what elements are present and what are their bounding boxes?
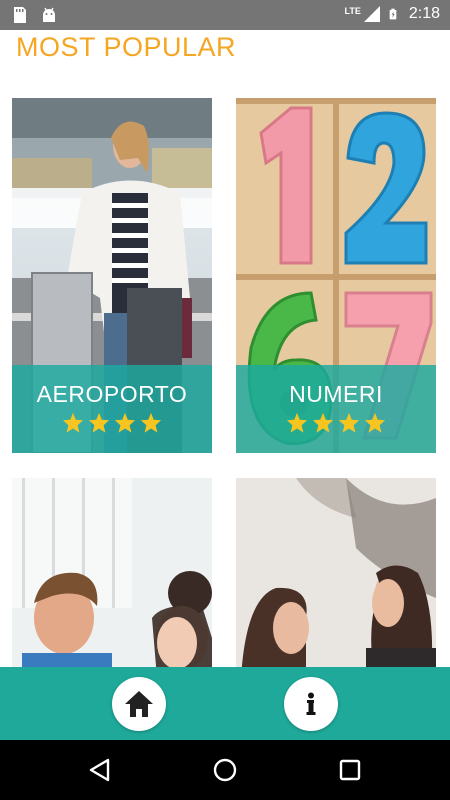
star-icon: [286, 412, 308, 433]
system-navigation-bar: [0, 740, 450, 800]
status-bar: LTE 2:18: [0, 0, 450, 30]
page-title: MOST POPULAR: [16, 32, 237, 62]
card-title: AEROPORTO: [36, 381, 188, 407]
bottom-toolbar: [0, 667, 450, 740]
women-photo: [236, 478, 436, 678]
star-icon: [364, 412, 386, 433]
star-icon: [338, 412, 360, 433]
recents-icon[interactable]: [336, 756, 364, 784]
home-button[interactable]: [112, 677, 166, 731]
card-caption: NUMERI: [236, 365, 436, 453]
star-icon: [62, 412, 84, 433]
back-icon[interactable]: [86, 756, 114, 784]
star-icon: [312, 412, 334, 433]
home-circle-icon[interactable]: [211, 756, 239, 784]
star-icon: [114, 412, 136, 433]
people-photo: [12, 478, 212, 678]
network-type: LTE: [344, 6, 361, 16]
sd-card-icon: [14, 7, 26, 23]
category-card-numeri[interactable]: NUMERI: [236, 98, 436, 453]
card-title: NUMERI: [289, 381, 383, 407]
rating-stars: [236, 412, 436, 434]
star-icon: [140, 412, 162, 433]
battery-charging-icon: [389, 8, 397, 20]
clock: 2:18: [408, 5, 440, 22]
card-caption: AEROPORTO: [12, 365, 212, 453]
signal-icon: [363, 6, 380, 22]
category-card-friends[interactable]: [236, 478, 436, 678]
info-button[interactable]: [284, 677, 338, 731]
category-card-aeroporto[interactable]: AEROPORTO: [12, 98, 212, 453]
category-card-conversation[interactable]: [12, 478, 212, 678]
star-icon: [88, 412, 110, 433]
home-icon: [125, 691, 153, 717]
android-icon: [43, 7, 55, 22]
rating-stars: [12, 412, 212, 434]
info-icon: [306, 692, 316, 715]
